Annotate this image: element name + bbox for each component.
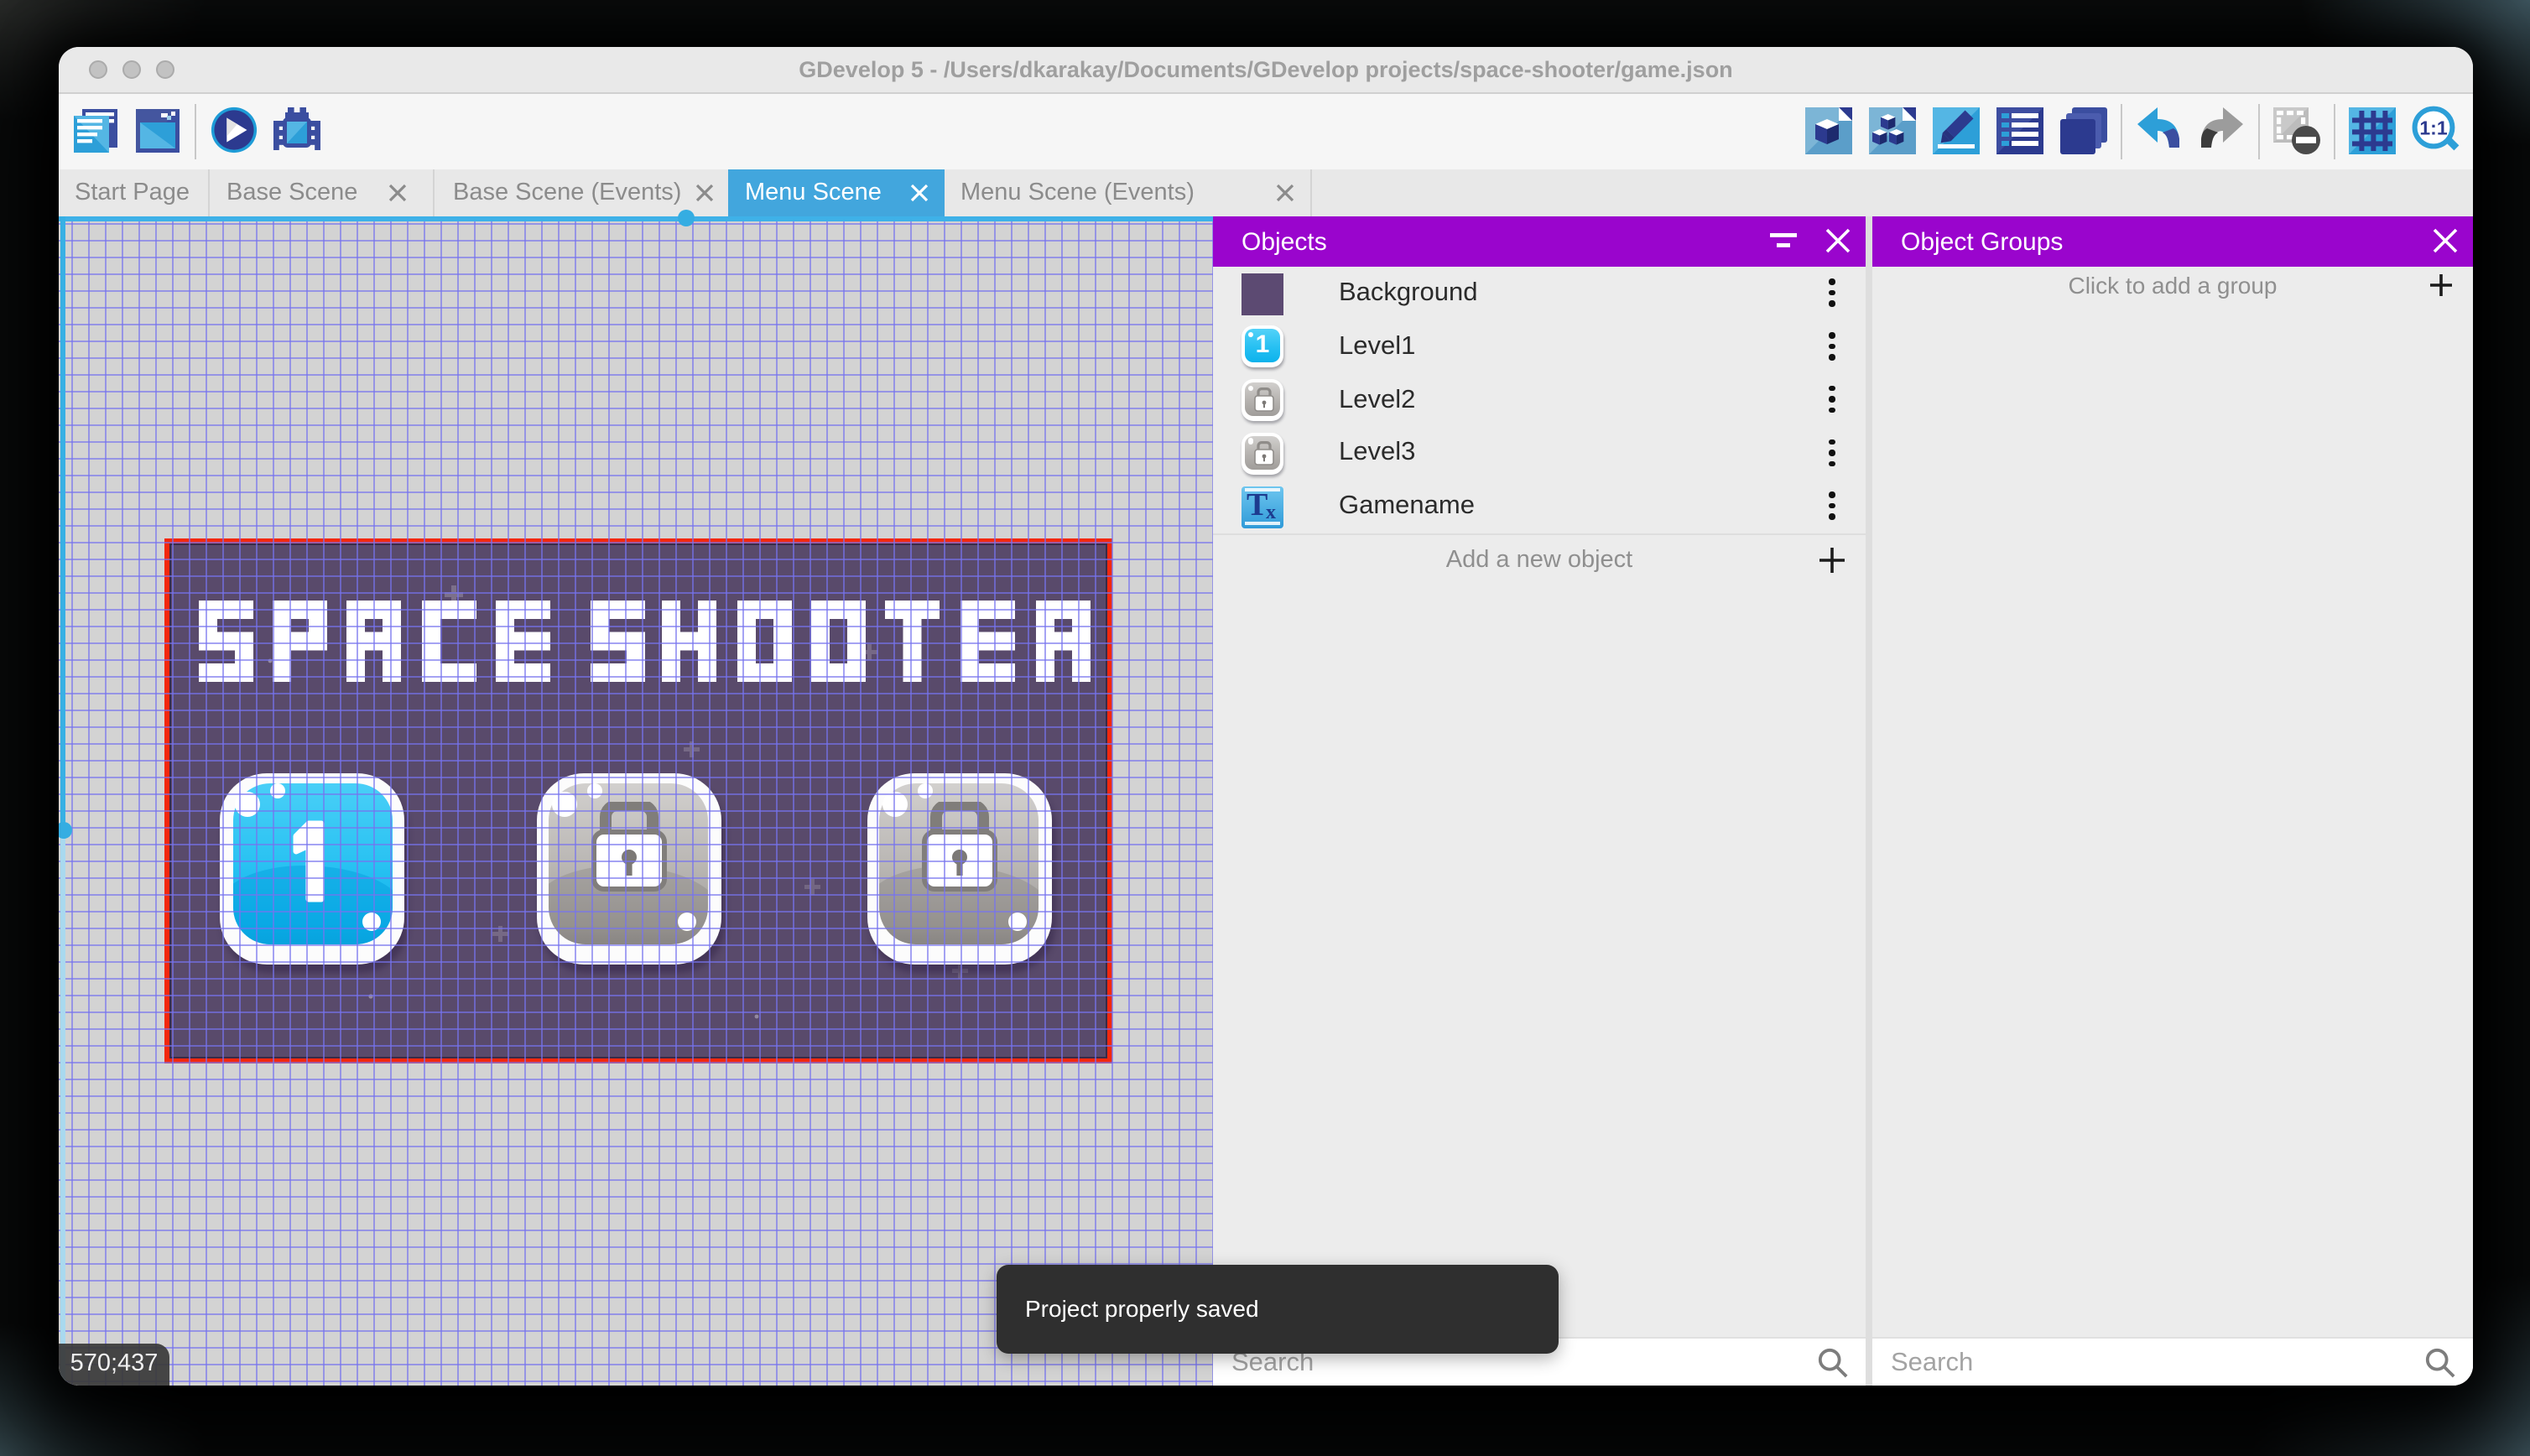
svg-text:1:1: 1:1 <box>2419 117 2447 138</box>
